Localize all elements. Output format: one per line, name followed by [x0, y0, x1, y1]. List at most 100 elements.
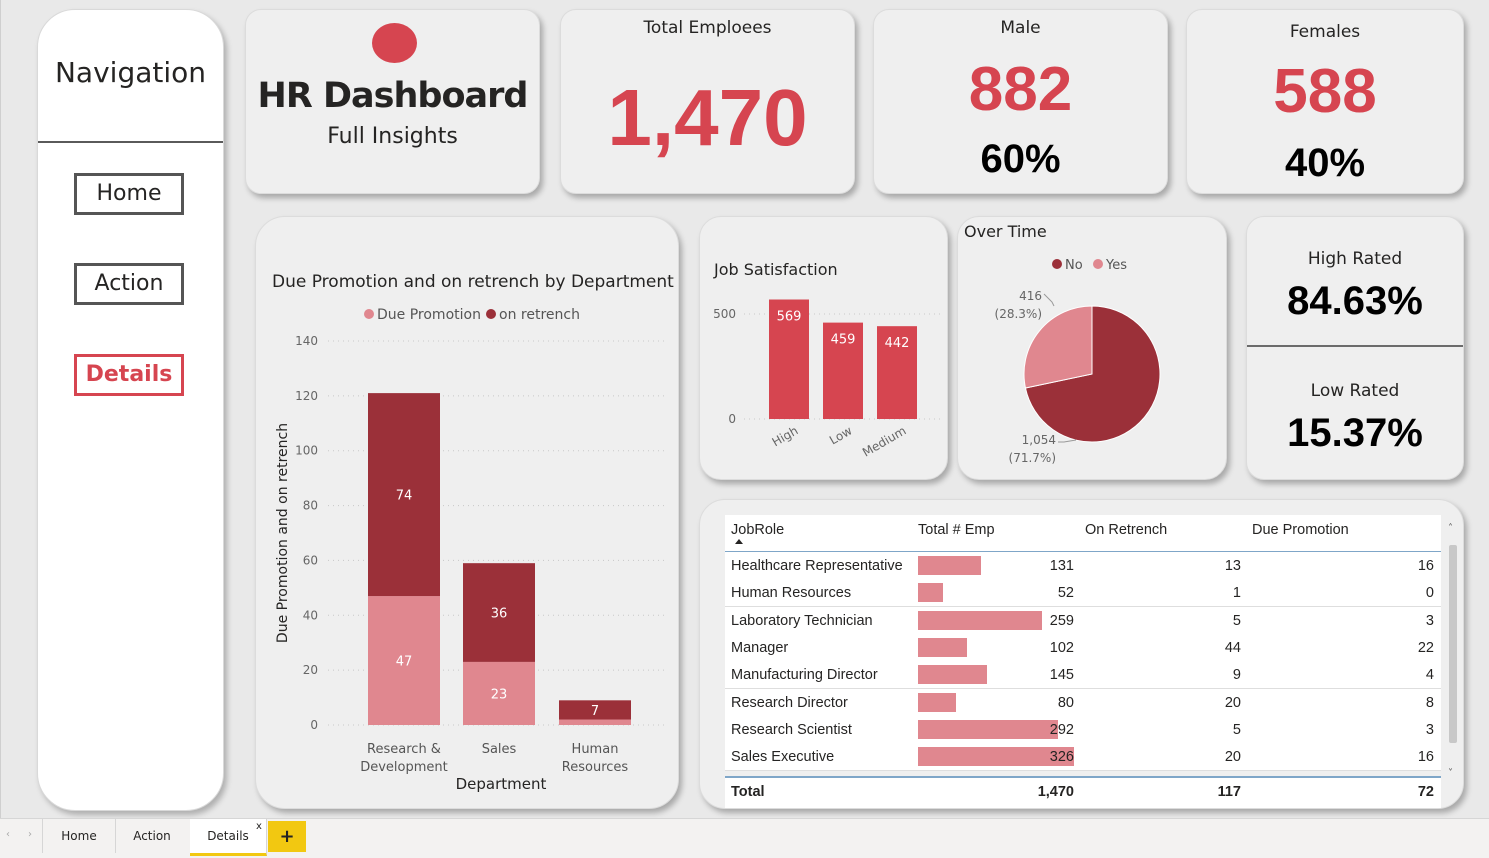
high-rated-value: 84.63% — [1287, 279, 1423, 323]
page-tab-bar: ‹ › Home Action Details x + — [0, 818, 1489, 858]
total-employees-label: Total Emploees — [643, 18, 772, 38]
data-label-on-retrench: 7 — [591, 704, 599, 719]
y-tick-label: 500 — [713, 307, 736, 321]
cell-total-emp: 145 — [1049, 667, 1074, 684]
table-row[interactable]: Sales Executive 326 20 16 — [725, 743, 1441, 772]
navigation-title: Navigation — [54, 56, 207, 89]
leader-line-yes — [1043, 293, 1055, 307]
add-page-button[interactable]: + — [268, 821, 306, 852]
x-tick-label: Resources — [562, 760, 629, 775]
y-axis-title: Due Promotion and on retrench — [275, 423, 291, 643]
overtime-chart: Over Time No Yes 1,054 (71.7%) 416 (28.3%) — [964, 222, 1161, 465]
header-card: HR Dashboard Full Insights — [245, 9, 540, 194]
table-row[interactable]: Research Director 80 20 8 — [725, 688, 1441, 717]
x-tick-label: High — [770, 423, 801, 449]
dashboard-title: HR Dashboard — [257, 76, 529, 116]
data-label-no-pct: (71.7%) — [1009, 451, 1056, 465]
male-value: 882 — [968, 55, 1073, 124]
data-label-yes-pct: (28.3%) — [995, 307, 1042, 321]
table-row[interactable]: Laboratory Technician 259 5 3 — [725, 606, 1441, 635]
department-chart: Due Promotion and on retrench by Departm… — [272, 272, 674, 793]
cell-due-promotion: 0 — [1425, 585, 1434, 602]
table-row[interactable]: Research Scientist 292 5 3 — [725, 715, 1441, 744]
y-tick-label: 0 — [310, 718, 318, 732]
chart-title: Due Promotion and on retrench by Departm… — [272, 272, 674, 292]
legend-label-no: No — [1065, 258, 1083, 273]
cell-on-retrench: 13 — [1224, 558, 1241, 574]
action-nav-button[interactable]: Action — [74, 263, 184, 305]
navigation-panel: Navigation Home Action Details — [37, 9, 224, 811]
legend-marker-no — [1052, 259, 1062, 269]
scroll-up-icon[interactable]: ˄ — [1448, 523, 1453, 534]
total-employees-card: Total Emploees 1,470 — [560, 9, 855, 194]
tab-home[interactable]: Home — [42, 819, 116, 853]
data-label: 459 — [831, 333, 856, 348]
col-promotion-header[interactable]: Due Promotion — [1252, 522, 1349, 538]
cell-total-emp: 102 — [1049, 639, 1074, 656]
rating-divider — [1247, 345, 1463, 347]
y-tick-label: 140 — [295, 334, 318, 348]
cell-on-retrench: 9 — [1232, 667, 1241, 684]
female-label: Females — [1289, 22, 1361, 42]
table-scroll-thumb[interactable] — [1449, 545, 1457, 743]
female-percent: 40% — [1284, 141, 1366, 185]
legend-marker-on-retrench — [486, 309, 496, 319]
x-tick-label: Human — [572, 742, 619, 757]
female-value: 588 — [1273, 57, 1377, 126]
cell-on-retrench: 1 — [1232, 585, 1241, 602]
details-nav-button[interactable]: Details — [74, 354, 184, 396]
overtime-card: Over Time No Yes 1,054 (71.7%) 416 (28.3%) — [957, 216, 1227, 480]
total-row-promotion: 72 — [1417, 784, 1434, 800]
x-tick-label: Research & — [367, 742, 441, 757]
cell-due-promotion: 22 — [1417, 639, 1434, 656]
cell-jobrole: Manufacturing Director — [731, 667, 878, 684]
table-scrollbar[interactable]: ˄ ˅ — [1447, 523, 1459, 783]
legend-label-due-promotion: Due Promotion — [377, 307, 481, 323]
cell-total-emp: 52 — [1057, 585, 1074, 602]
cell-due-promotion: 4 — [1425, 667, 1434, 684]
job-satisfaction-card: Job Satisfaction 0 500 569 High 459 Low 442 Medi… — [699, 216, 948, 480]
cell-total-emp: 259 — [1049, 612, 1074, 629]
male-label: Male — [1000, 18, 1041, 38]
total-employees-value: 1,470 — [607, 73, 808, 162]
low-rated-value: 15.37% — [1287, 411, 1423, 455]
report-canvas: Navigation Home Action Details HR Dashbo… — [0, 0, 1489, 818]
tab-scroll-left-icon[interactable]: ‹ — [6, 829, 10, 840]
male-card: Male 882 60% — [873, 9, 1168, 194]
cell-due-promotion: 3 — [1425, 721, 1434, 738]
cell-total-emp: 326 — [1049, 749, 1074, 766]
high-rated-label: High Rated — [1307, 249, 1403, 269]
scroll-down-icon[interactable]: ˅ — [1448, 768, 1453, 779]
table-row[interactable]: Manager 102 44 22 — [725, 633, 1441, 662]
table-row[interactable]: Human Resources 52 1 0 — [725, 579, 1441, 608]
data-label: 569 — [777, 310, 802, 325]
logo-dot — [372, 23, 417, 63]
home-nav-button[interactable]: Home — [74, 173, 184, 215]
col-total-header[interactable]: Total # Emp — [918, 522, 995, 538]
cell-jobrole: Research Director — [731, 694, 848, 711]
col-retrench-header[interactable]: On Retrench — [1085, 522, 1167, 538]
cell-jobrole: Sales Executive — [731, 749, 835, 766]
x-tick-label: Medium — [860, 423, 909, 459]
x-tick-label: Sales — [482, 742, 517, 757]
cell-jobrole: Human Resources — [731, 585, 852, 602]
cell-jobrole: Manager — [731, 639, 789, 656]
legend-label-yes: Yes — [1105, 258, 1127, 273]
rating-card: High Rated 84.63% Low Rated 15.37% — [1246, 216, 1464, 480]
table-row[interactable]: Manufacturing Director 145 9 4 — [725, 661, 1441, 690]
x-tick-label: Development — [360, 760, 448, 775]
table-row[interactable]: Healthcare Representative 131 13 16 — [725, 552, 1441, 580]
y-tick-label: 100 — [295, 444, 318, 458]
tab-close-icon[interactable]: x — [256, 821, 262, 832]
job-satisfaction-chart: Job Satisfaction 0 500 569 High 459 Low 442 Medi… — [713, 260, 942, 460]
leader-line-no — [1058, 439, 1077, 443]
bar-due-promotion-2 — [559, 719, 631, 725]
cell-jobrole: Research Scientist — [731, 721, 852, 738]
y-tick-label: 80 — [303, 499, 318, 513]
tab-action[interactable]: Action — [114, 819, 191, 853]
tab-scroll-right-icon[interactable]: › — [28, 829, 32, 840]
y-tick-label: 120 — [295, 389, 318, 403]
cell-due-promotion: 3 — [1425, 612, 1434, 629]
col-jobrole-header[interactable]: JobRole — [731, 522, 784, 538]
cell-total-emp: 292 — [1049, 721, 1074, 738]
